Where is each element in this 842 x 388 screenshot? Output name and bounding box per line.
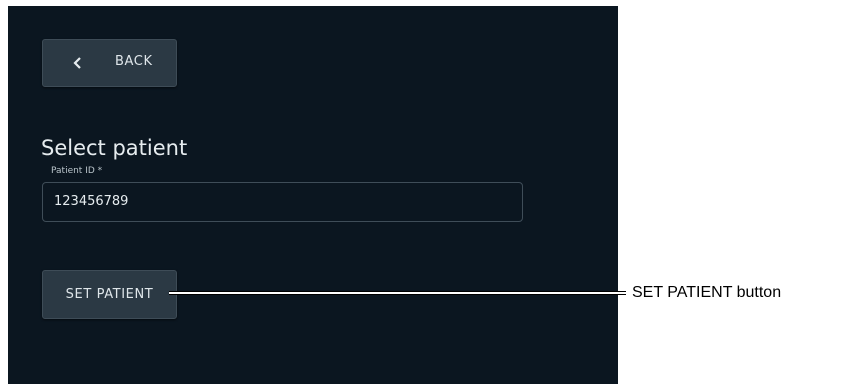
patient-id-input[interactable] bbox=[54, 194, 494, 209]
patient-id-label: Patient ID * bbox=[48, 166, 106, 176]
back-button[interactable]: BACK bbox=[42, 39, 177, 87]
patient-id-field[interactable] bbox=[42, 182, 523, 222]
chevron-left-icon bbox=[73, 57, 81, 69]
set-patient-button[interactable]: SET PATIENT bbox=[42, 270, 177, 319]
set-patient-button-label: SET PATIENT bbox=[65, 287, 154, 302]
back-button-label: BACK bbox=[115, 54, 153, 69]
annotation-line bbox=[169, 291, 626, 295]
annotation-label: SET PATIENT button bbox=[632, 284, 782, 301]
page-title: Select patient bbox=[41, 136, 188, 160]
